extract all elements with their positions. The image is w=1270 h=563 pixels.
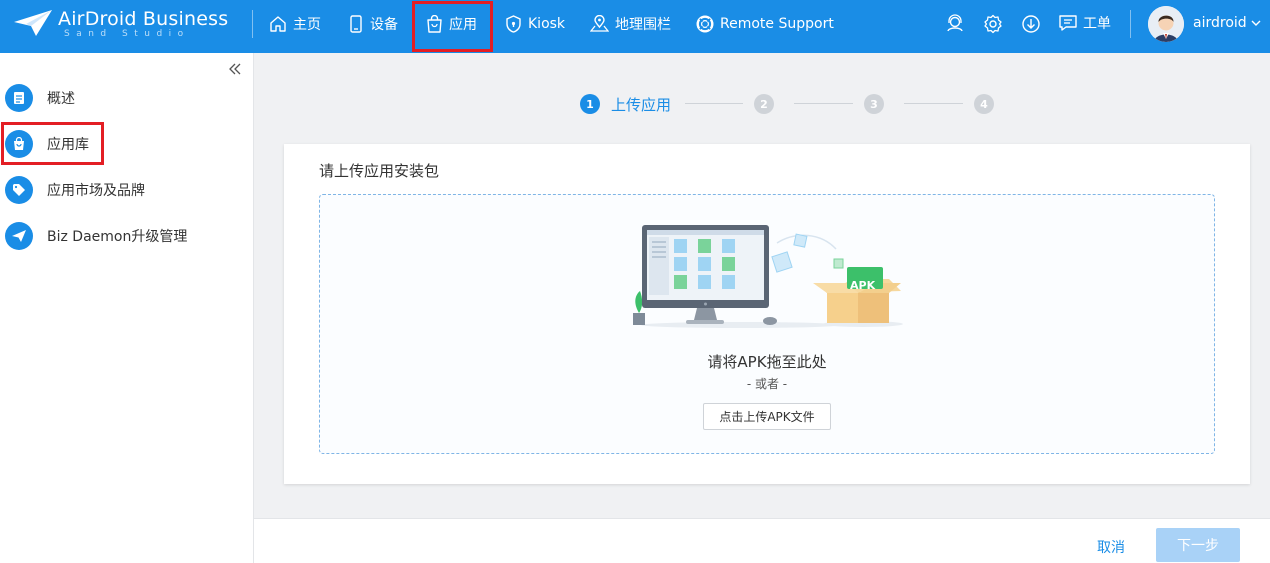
apk-card-label: APK [850, 279, 876, 292]
paper-plane-logo-icon [14, 10, 52, 36]
collapse-sidebar-icon[interactable] [227, 61, 243, 77]
nav-geofence[interactable]: 地理围栏 [590, 0, 671, 48]
nav-work-order-label: 工单 [1083, 16, 1111, 32]
gear-icon[interactable] [983, 14, 1003, 34]
step-connector [794, 103, 853, 104]
step-1-label: 上传应用 [611, 96, 672, 114]
nav-devices[interactable]: 设备 [348, 0, 398, 48]
sidebar-item-biz-daemon[interactable]: Biz Daemon升级管理 [5, 221, 187, 251]
upload-apk-button[interactable]: 点击上传APK文件 [703, 403, 831, 430]
sidebar-item-overview[interactable]: 概述 [5, 83, 75, 113]
sidebar-item-app-market-brand[interactable]: 应用市场及品牌 [5, 175, 145, 205]
lifebuoy-icon [696, 15, 714, 33]
brand-name: AirDroid Business [58, 8, 229, 30]
document-icon [5, 84, 33, 112]
step-connector [904, 103, 963, 104]
nav-kiosk-label: Kiosk [528, 16, 566, 32]
sidebar-item-label: 应用市场及品牌 [47, 183, 145, 199]
sidebar-app-library-highlight-box [1, 122, 104, 165]
username: airdroid [1193, 15, 1247, 31]
step-connector [685, 103, 743, 104]
cancel-button[interactable]: 取消 [1097, 537, 1125, 557]
sidebar-item-label: 概述 [47, 91, 75, 107]
tag-icon [5, 176, 33, 204]
nav-remote-support[interactable]: Remote Support [696, 0, 834, 48]
nav-divider [252, 10, 253, 38]
nav-work-order[interactable]: 工单 [1058, 13, 1111, 33]
upload-card-title: 请上传应用安装包 [319, 162, 440, 180]
or-separator-text: - 或者 - [746, 377, 788, 391]
brand-logo[interactable]: AirDroid Business Sand Studio [12, 6, 232, 46]
top-navigation-bar: AirDroid Business Sand Studio 主页 设备 应用 K… [0, 0, 1270, 53]
nav-geofence-label: 地理围栏 [615, 17, 671, 33]
user-avatar-icon [1148, 6, 1184, 42]
chevron-down-icon [1251, 20, 1261, 26]
brand-subtitle: Sand Studio [64, 29, 190, 39]
nav-devices-label: 设备 [370, 17, 398, 33]
wizard-footer: 取消 下一步 [254, 518, 1270, 563]
upload-illustration [633, 225, 903, 328]
user-divider [1130, 10, 1131, 38]
apk-dropzone[interactable]: APK 请将APK拖至此处 - 或者 - 点击上传APK文件 [319, 194, 1215, 454]
sidebar: 概述 应用库 应用市场及品牌 Biz Daemon升级管理 [0, 53, 254, 563]
phone-icon [350, 15, 362, 33]
step-2-dot: 2 [754, 94, 774, 114]
nav-apps-highlight-box [412, 1, 493, 52]
next-step-button[interactable]: 下一步 [1156, 528, 1240, 562]
nav-home[interactable]: 主页 [269, 0, 321, 48]
step-3-dot: 3 [864, 94, 884, 114]
nav-kiosk[interactable]: Kiosk [505, 0, 565, 48]
step-4-dot: 4 [974, 94, 994, 114]
step-1-dot: 1 [580, 94, 600, 114]
sidebar-item-label: Biz Daemon升级管理 [47, 229, 188, 245]
lock-shield-icon [506, 15, 521, 33]
home-icon [270, 16, 286, 32]
support-agent-icon[interactable] [945, 14, 965, 34]
upload-card: 请上传应用安装包 APK 请将APK拖至此处 - 或者 - 点击上传APK文件 [284, 144, 1250, 484]
user-menu[interactable]: airdroid [1193, 15, 1262, 31]
nav-home-label: 主页 [293, 17, 321, 33]
nav-remote-support-label: Remote Support [720, 16, 834, 32]
paper-plane-icon [5, 222, 33, 250]
download-icon[interactable] [1021, 14, 1041, 34]
map-pin-icon [590, 15, 609, 32]
avatar[interactable] [1148, 6, 1184, 42]
drop-hint-text: 请将APK拖至此处 [707, 353, 827, 371]
chat-ticket-icon [1059, 15, 1077, 31]
